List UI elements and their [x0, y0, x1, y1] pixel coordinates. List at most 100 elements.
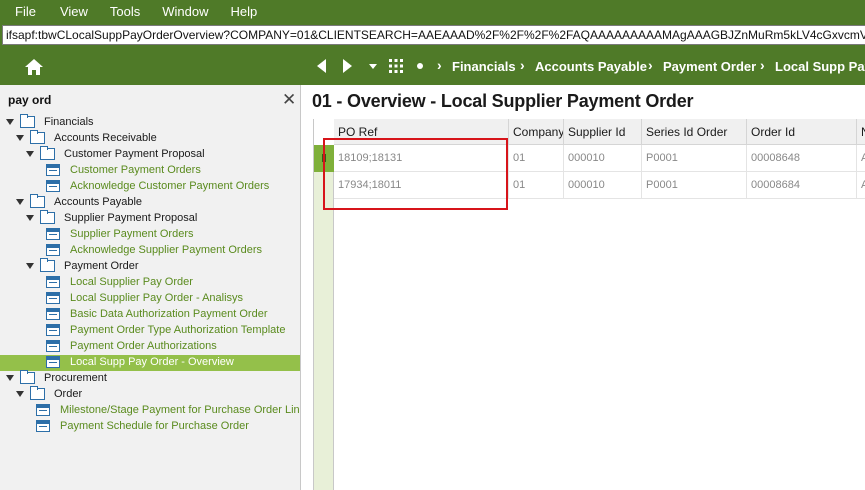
cell-n[interactable]: A: [857, 172, 865, 199]
tree-item[interactable]: Acknowledge Supplier Payment Orders: [0, 243, 300, 259]
tree-item[interactable]: Supplier Payment Orders: [0, 227, 300, 243]
menu-tools[interactable]: Tools: [110, 4, 140, 19]
form-icon: [46, 308, 60, 320]
close-icon[interactable]: ✕: [282, 90, 296, 110]
form-icon: [46, 324, 60, 336]
navigator-search: pay ord ✕: [0, 85, 300, 115]
menu-view[interactable]: View: [60, 4, 88, 19]
back-arrow-icon[interactable]: [313, 56, 329, 76]
tree-item-label[interactable]: Local Supplier Pay Order - Analisys: [70, 292, 243, 304]
tree-item[interactable]: Payment Order: [0, 258, 300, 275]
tree-item[interactable]: Accounts Payable: [0, 194, 300, 211]
cell-order-id[interactable]: 00008684: [747, 172, 857, 199]
tree-item[interactable]: Supplier Payment Proposal: [0, 210, 300, 227]
menu-file[interactable]: File: [15, 4, 36, 19]
column-header-company[interactable]: Company: [509, 119, 564, 145]
overview-table: PO Ref Company Supplier Id Series Id Ord…: [313, 119, 865, 490]
tree-item-label[interactable]: Milestone/Stage Payment for Purchase Ord…: [60, 404, 300, 416]
form-icon: [46, 356, 60, 368]
navigator-sidebar: pay ord ✕ Financials Accounts Receivable C…: [0, 85, 301, 490]
column-header-supplier-id[interactable]: Supplier Id: [564, 119, 642, 145]
breadcrumb-separator: ›: [760, 57, 765, 73]
cell-series-id-order[interactable]: P0001: [642, 145, 747, 172]
home-icon[interactable]: [24, 57, 44, 77]
tree-item[interactable]: Customer Payment Orders: [0, 163, 300, 179]
folder-icon: [20, 114, 35, 128]
cell-po-ref[interactable]: 18109;18131: [334, 145, 509, 172]
tree-item-label: Financials: [44, 116, 94, 128]
expand-toggle-icon[interactable]: [6, 119, 14, 125]
page-title: 01 - Overview - Local Supplier Payment O…: [312, 91, 694, 111]
expand-toggle-icon[interactable]: [26, 151, 34, 157]
tree-item-label[interactable]: Supplier Payment Orders: [70, 228, 194, 240]
breadcrumb-financials[interactable]: Financials: [452, 59, 516, 74]
form-icon: [46, 244, 60, 256]
tree-item[interactable]: Acknowledge Customer Payment Orders: [0, 179, 300, 195]
column-header-n[interactable]: N: [857, 119, 865, 145]
tree-item-label[interactable]: Acknowledge Customer Payment Orders: [70, 180, 269, 192]
search-input[interactable]: pay ord: [8, 93, 51, 107]
current-dot-icon: [414, 56, 426, 76]
tree-item-label[interactable]: Payment Order Authorizations: [70, 340, 217, 352]
column-header-series-id-order[interactable]: Series Id Order: [642, 119, 747, 145]
tree-item[interactable]: Payment Schedule for Purchase Order: [0, 419, 300, 435]
cell-company[interactable]: 01: [509, 145, 564, 172]
tree-item[interactable]: Accounts Receivable: [0, 130, 300, 147]
breadcrumb-local-supp-pay[interactable]: Local Supp Pay: [775, 59, 865, 74]
tree-item[interactable]: Local Supplier Pay Order - Analisys: [0, 291, 300, 307]
folder-icon: [40, 146, 55, 160]
cell-company[interactable]: 01: [509, 172, 564, 199]
tree-item[interactable]: Procurement: [0, 370, 300, 387]
menu-help[interactable]: Help: [231, 4, 258, 19]
tree-item-label[interactable]: Basic Data Authorization Payment Order: [70, 308, 267, 320]
form-icon: [36, 404, 50, 416]
tree-item[interactable]: Order: [0, 386, 300, 403]
cell-series-id-order[interactable]: P0001: [642, 172, 747, 199]
form-icon: [46, 292, 60, 304]
tree-item-label: Supplier Payment Proposal: [64, 212, 198, 224]
apps-grid-icon[interactable]: [387, 56, 405, 76]
expand-toggle-icon[interactable]: [16, 199, 24, 205]
row-selector-gutter: [314, 145, 334, 490]
cell-order-id[interactable]: 00008648: [747, 145, 857, 172]
address-input[interactable]: ifsapf:tbwCLocalSuppPayOrderOverview?COM…: [2, 25, 865, 45]
expand-toggle-icon[interactable]: [16, 135, 24, 141]
form-icon: [46, 164, 60, 176]
column-header-order-id[interactable]: Order Id: [747, 119, 857, 145]
expand-toggle-icon[interactable]: [6, 375, 14, 381]
tree-item[interactable]: Payment Order Authorizations: [0, 339, 300, 355]
forward-arrow-icon[interactable]: [340, 56, 356, 76]
breadcrumb-separator: ›: [648, 57, 653, 73]
tree-item-label[interactable]: Local Supp Pay Order - Overview: [70, 356, 234, 368]
tree-item[interactable]: Milestone/Stage Payment for Purchase Ord…: [0, 403, 300, 419]
column-header-po-ref[interactable]: PO Ref: [334, 119, 509, 145]
history-dropdown-icon[interactable]: [367, 56, 379, 76]
menu-window[interactable]: Window: [162, 4, 208, 19]
tree-item-label[interactable]: Acknowledge Supplier Payment Orders: [70, 244, 262, 256]
cell-supplier-id[interactable]: 000010: [564, 145, 642, 172]
folder-icon: [30, 194, 45, 208]
tree-item-label[interactable]: Payment Schedule for Purchase Order: [60, 420, 249, 432]
breadcrumb-payment-order[interactable]: Payment Order: [663, 59, 756, 74]
breadcrumb-separator: ›: [437, 57, 442, 73]
form-icon: [46, 340, 60, 352]
folder-icon: [40, 210, 55, 224]
expand-toggle-icon[interactable]: [26, 263, 34, 269]
tree-item[interactable]: Customer Payment Proposal: [0, 146, 300, 163]
cell-n[interactable]: A: [857, 145, 865, 172]
tree-item-label[interactable]: Local Supplier Pay Order: [70, 276, 193, 288]
tree-item[interactable]: Payment Order Type Authorization Templat…: [0, 323, 300, 339]
tree-item[interactable]: Local Supp Pay Order - Overview: [0, 355, 300, 371]
expand-toggle-icon[interactable]: [16, 391, 24, 397]
tree-item-label[interactable]: Customer Payment Orders: [70, 164, 201, 176]
cell-supplier-id[interactable]: 000010: [564, 172, 642, 199]
tree-item[interactable]: Financials: [0, 114, 300, 131]
expand-toggle-icon[interactable]: [26, 215, 34, 221]
tree-item-label[interactable]: Payment Order Type Authorization Templat…: [70, 324, 285, 336]
breadcrumb-accounts-payable[interactable]: Accounts Payable: [535, 59, 647, 74]
tree-item[interactable]: Basic Data Authorization Payment Order: [0, 307, 300, 323]
cell-po-ref[interactable]: 17934;18011: [334, 172, 509, 199]
form-icon: [46, 228, 60, 240]
selected-row-marker[interactable]: [314, 145, 334, 172]
tree-item[interactable]: Local Supplier Pay Order: [0, 275, 300, 291]
